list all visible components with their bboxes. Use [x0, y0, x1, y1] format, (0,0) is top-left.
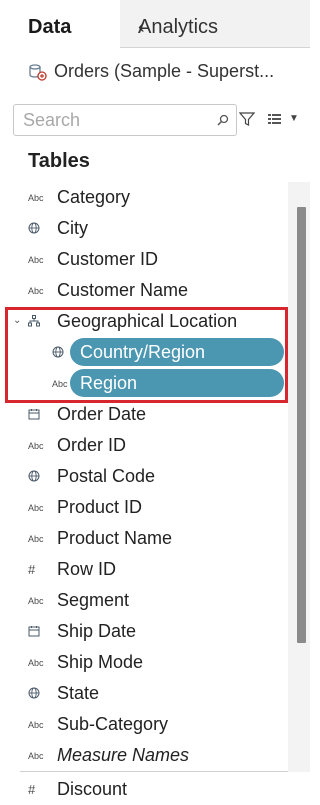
field-label: City: [57, 218, 88, 238]
view-options-chevron-down-icon[interactable]: ▼: [289, 113, 299, 124]
string-type-icon: Abc: [28, 596, 44, 606]
globe-icon: [28, 470, 50, 484]
field-label: Measure Names: [57, 745, 190, 765]
search-icon: [216, 113, 230, 127]
field-label: Ship Date: [57, 621, 137, 641]
field-label: Segment: [57, 590, 130, 610]
string-type-icon: Abc: [28, 441, 44, 451]
field-label: State: [57, 683, 100, 703]
field-ship-mode[interactable]: Abc Ship Mode: [0, 647, 288, 678]
datasource-row[interactable]: Orders (Sample - Superst...: [28, 60, 310, 84]
field-state[interactable]: State: [0, 678, 288, 709]
tab-data-label: Data: [28, 16, 72, 38]
number-type-icon: #: [28, 562, 36, 577]
tab-analytics[interactable]: Analytics ‹: [120, 0, 310, 48]
string-type-icon: Abc: [28, 193, 44, 203]
search-input[interactable]: Search: [13, 104, 237, 136]
field-product-name[interactable]: Abc Product Name: [0, 523, 288, 554]
field-label: Order Date: [57, 404, 147, 424]
field-label: Row ID: [57, 559, 117, 579]
section-divider: [20, 771, 288, 772]
field-label: Customer ID: [57, 249, 159, 269]
field-city[interactable]: City: [0, 213, 288, 244]
string-type-icon: Abc: [28, 534, 44, 544]
tables-header: Tables: [28, 150, 90, 172]
string-type-icon: Abc: [28, 255, 44, 265]
number-type-icon: #: [28, 782, 36, 797]
field-label: Customer Name: [57, 280, 189, 300]
collapse-pane-icon[interactable]: ‹: [138, 16, 306, 39]
globe-icon: [28, 687, 50, 701]
field-row-id[interactable]: # Row ID: [0, 554, 288, 585]
field-order-date[interactable]: Order Date: [0, 399, 288, 430]
string-type-icon: Abc: [28, 720, 44, 730]
filter-icon[interactable]: [239, 111, 255, 127]
field-segment[interactable]: Abc Segment: [0, 585, 288, 616]
calendar-icon: [28, 408, 50, 422]
field-label: Discount: [57, 779, 128, 799]
field-measure-names[interactable]: Abc Measure Names: [0, 740, 288, 771]
globe-icon: [28, 222, 50, 236]
field-postal-code[interactable]: Postal Code: [0, 461, 288, 492]
field-sub-category[interactable]: Abc Sub-Category: [0, 709, 288, 740]
string-type-icon: Abc: [28, 751, 44, 761]
field-label: Product ID: [57, 497, 143, 517]
field-label: Product Name: [57, 528, 173, 548]
field-order-id[interactable]: Abc Order ID: [0, 430, 288, 461]
scrollbar-thumb[interactable]: [297, 207, 306, 643]
search-placeholder: Search: [23, 110, 81, 130]
datasource-icon: [28, 62, 48, 82]
field-product-id[interactable]: Abc Product ID: [0, 492, 288, 523]
datasource-label: Orders (Sample - Superst...: [54, 61, 275, 81]
string-type-icon: Abc: [28, 658, 44, 668]
field-label: Order ID: [57, 435, 127, 455]
field-customer-id[interactable]: Abc Customer ID: [0, 244, 288, 275]
pane-tabs: Data Analytics ‹: [0, 0, 310, 48]
field-customer-name[interactable]: Abc Customer Name: [0, 275, 288, 306]
field-category[interactable]: Abc Category: [0, 182, 288, 213]
field-label: Postal Code: [57, 466, 156, 486]
tab-data[interactable]: Data: [0, 0, 121, 48]
field-ship-date[interactable]: Ship Date: [0, 616, 288, 647]
field-label: Sub-Category: [57, 714, 169, 734]
field-label: Ship Mode: [57, 652, 144, 672]
string-type-icon: Abc: [28, 286, 44, 296]
field-discount[interactable]: # Discount: [0, 774, 288, 805]
highlight-frame: [5, 307, 288, 403]
string-type-icon: Abc: [28, 503, 44, 513]
calendar-icon: [28, 625, 50, 639]
list-view-icon[interactable]: [267, 113, 283, 125]
field-label: Category: [57, 187, 131, 207]
